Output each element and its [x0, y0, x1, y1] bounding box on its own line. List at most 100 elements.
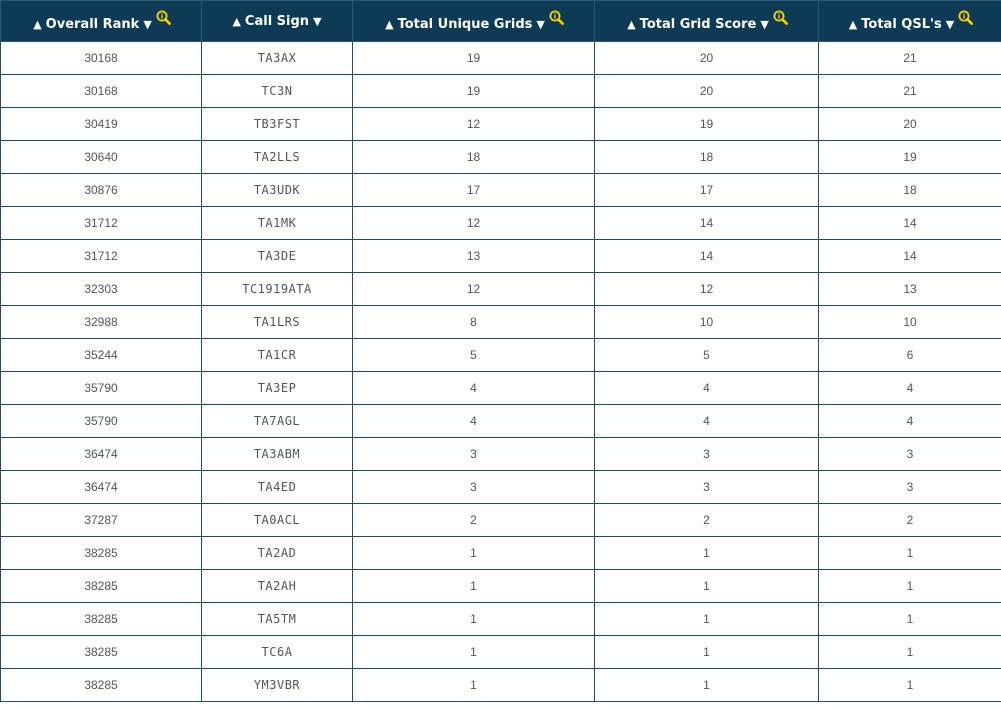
cell-total-qsls: 18 — [818, 173, 1001, 207]
cell-total-qsls: 20 — [818, 107, 1001, 141]
cell-total-unique-grids: 1 — [352, 668, 595, 702]
cell-overall-rank: 35790 — [0, 404, 202, 438]
cell-call-sign: TA2AH — [201, 569, 353, 603]
table-row: 38285 TA2AH 1 1 1 — [0, 569, 1001, 603]
sort-ascending-icon[interactable]: ▲ — [230, 15, 242, 28]
cell-total-unique-grids: 3 — [352, 470, 595, 504]
cell-total-grid-score: 1 — [594, 668, 819, 702]
cell-total-unique-grids: 1 — [352, 602, 595, 636]
cell-total-qsls: 14 — [818, 239, 1001, 273]
cell-total-unique-grids: 1 — [352, 536, 595, 570]
cell-total-grid-score: 2 — [594, 503, 819, 537]
cell-call-sign: TA3UDK — [201, 173, 353, 207]
table-row: 38285 TA2AD 1 1 1 — [0, 536, 1001, 570]
info-magnifier-icon[interactable] — [549, 10, 564, 25]
cell-total-qsls: 3 — [818, 437, 1001, 471]
table-row: 35790 TA3EP 4 4 4 — [0, 371, 1001, 405]
column-header-label[interactable]: Total QSL's — [859, 17, 943, 32]
cell-overall-rank: 36474 — [0, 437, 202, 471]
column-header-label[interactable]: Call Sign — [243, 14, 311, 29]
cell-call-sign: TA2LLS — [201, 140, 353, 174]
table-row: 35244 TA1CR 5 5 6 — [0, 338, 1001, 372]
sort-ascending-icon[interactable]: ▲ — [625, 18, 637, 31]
cell-total-grid-score: 5 — [594, 338, 819, 372]
cell-total-grid-score: 10 — [594, 305, 819, 339]
cell-overall-rank: 38285 — [0, 536, 202, 570]
cell-total-qsls: 3 — [818, 470, 1001, 504]
cell-total-qsls: 4 — [818, 404, 1001, 438]
table-row: 36474 TA4ED 3 3 3 — [0, 470, 1001, 504]
cell-call-sign: TB3FST — [201, 107, 353, 141]
cell-call-sign: TA3EP — [201, 371, 353, 405]
cell-total-unique-grids: 17 — [352, 173, 595, 207]
cell-total-grid-score: 19 — [594, 107, 819, 141]
table-row: 30640 TA2LLS 18 18 19 — [0, 140, 1001, 174]
cell-total-grid-score: 1 — [594, 635, 819, 669]
cell-overall-rank: 30640 — [0, 140, 202, 174]
table-row: 30168 TC3N 19 20 21 — [0, 74, 1001, 108]
cell-total-unique-grids: 2 — [352, 503, 595, 537]
cell-total-qsls: 14 — [818, 206, 1001, 240]
cell-total-grid-score: 17 — [594, 173, 819, 207]
table-row: 30168 TA3AX 19 20 21 — [0, 41, 1001, 75]
info-magnifier-icon[interactable] — [156, 10, 171, 25]
cell-total-qsls: 10 — [818, 305, 1001, 339]
cell-total-qsls: 1 — [818, 602, 1001, 636]
cell-overall-rank: 38285 — [0, 668, 202, 702]
cell-total-grid-score: 4 — [594, 404, 819, 438]
table-row: 35790 TA7AGL 4 4 4 — [0, 404, 1001, 438]
cell-call-sign: TA7AGL — [201, 404, 353, 438]
table-row: 37287 TA0ACL 2 2 2 — [0, 503, 1001, 537]
table-row: 31712 TA1MK 12 14 14 — [0, 206, 1001, 240]
column-header-total-grid-score[interactable]: ▲ Total Grid Score ▼ — [594, 0, 819, 42]
sort-ascending-icon[interactable]: ▲ — [383, 18, 395, 31]
cell-total-unique-grids: 3 — [352, 437, 595, 471]
cell-overall-rank: 30168 — [0, 41, 202, 75]
info-magnifier-icon[interactable] — [958, 10, 974, 25]
cell-total-qsls: 19 — [818, 140, 1001, 174]
cell-total-unique-grids: 5 — [352, 338, 595, 372]
cell-overall-rank: 30876 — [0, 173, 202, 207]
cell-total-qsls: 21 — [818, 74, 1001, 108]
column-header-call-sign[interactable]: ▲ Call Sign ▼ — [201, 0, 353, 42]
cell-total-grid-score: 14 — [594, 206, 819, 240]
sort-ascending-icon[interactable]: ▲ — [847, 18, 859, 31]
column-header-label[interactable]: Total Unique Grids — [396, 17, 535, 32]
cell-total-grid-score: 4 — [594, 371, 819, 405]
column-header-total-unique-grids[interactable]: ▲ Total Unique Grids ▼ — [352, 0, 595, 42]
cell-total-unique-grids: 8 — [352, 305, 595, 339]
sort-ascending-icon[interactable]: ▲ — [31, 18, 43, 31]
sort-descending-icon[interactable]: ▼ — [311, 15, 323, 28]
sort-descending-icon[interactable]: ▼ — [141, 18, 153, 31]
cell-total-qsls: 6 — [818, 338, 1001, 372]
column-header-total-qsls[interactable]: ▲ Total QSL's ▼ — [818, 0, 1001, 42]
table-header: ▲ Overall Rank ▼ ▲ Call Sign ▼ ▲ Total Unique G… — [0, 0, 1001, 42]
column-header-label[interactable]: Total Grid Score — [638, 17, 759, 32]
info-magnifier-icon[interactable] — [773, 10, 788, 25]
cell-total-unique-grids: 19 — [352, 74, 595, 108]
table-body: 30168 TA3AX 19 20 21 30168 TC3N 19 20 21 30419 TB3F… — [0, 41, 1001, 702]
column-header-overall-rank[interactable]: ▲ Overall Rank ▼ — [0, 0, 202, 42]
cell-call-sign: TC1919ATA — [201, 272, 353, 306]
cell-overall-rank: 38285 — [0, 602, 202, 636]
cell-overall-rank: 35244 — [0, 338, 202, 372]
sort-descending-icon[interactable]: ▼ — [944, 18, 956, 31]
sort-descending-icon[interactable]: ▼ — [534, 18, 546, 31]
cell-call-sign: TA3DE — [201, 239, 353, 273]
sort-descending-icon[interactable]: ▼ — [758, 18, 770, 31]
cell-total-grid-score: 14 — [594, 239, 819, 273]
cell-total-grid-score: 1 — [594, 602, 819, 636]
cell-total-unique-grids: 4 — [352, 371, 595, 405]
table-row: 31712 TA3DE 13 14 14 — [0, 239, 1001, 273]
cell-overall-rank: 35790 — [0, 371, 202, 405]
cell-total-grid-score: 3 — [594, 437, 819, 471]
table-row: 36474 TA3ABM 3 3 3 — [0, 437, 1001, 471]
table-row: 30419 TB3FST 12 19 20 — [0, 107, 1001, 141]
table-row: 32988 TA1LRS 8 10 10 — [0, 305, 1001, 339]
cell-total-grid-score: 12 — [594, 272, 819, 306]
cell-call-sign: TA1LRS — [201, 305, 353, 339]
cell-call-sign: TA5TM — [201, 602, 353, 636]
cell-total-unique-grids: 19 — [352, 41, 595, 75]
column-header-label[interactable]: Overall Rank — [44, 17, 142, 32]
cell-call-sign: TA0ACL — [201, 503, 353, 537]
